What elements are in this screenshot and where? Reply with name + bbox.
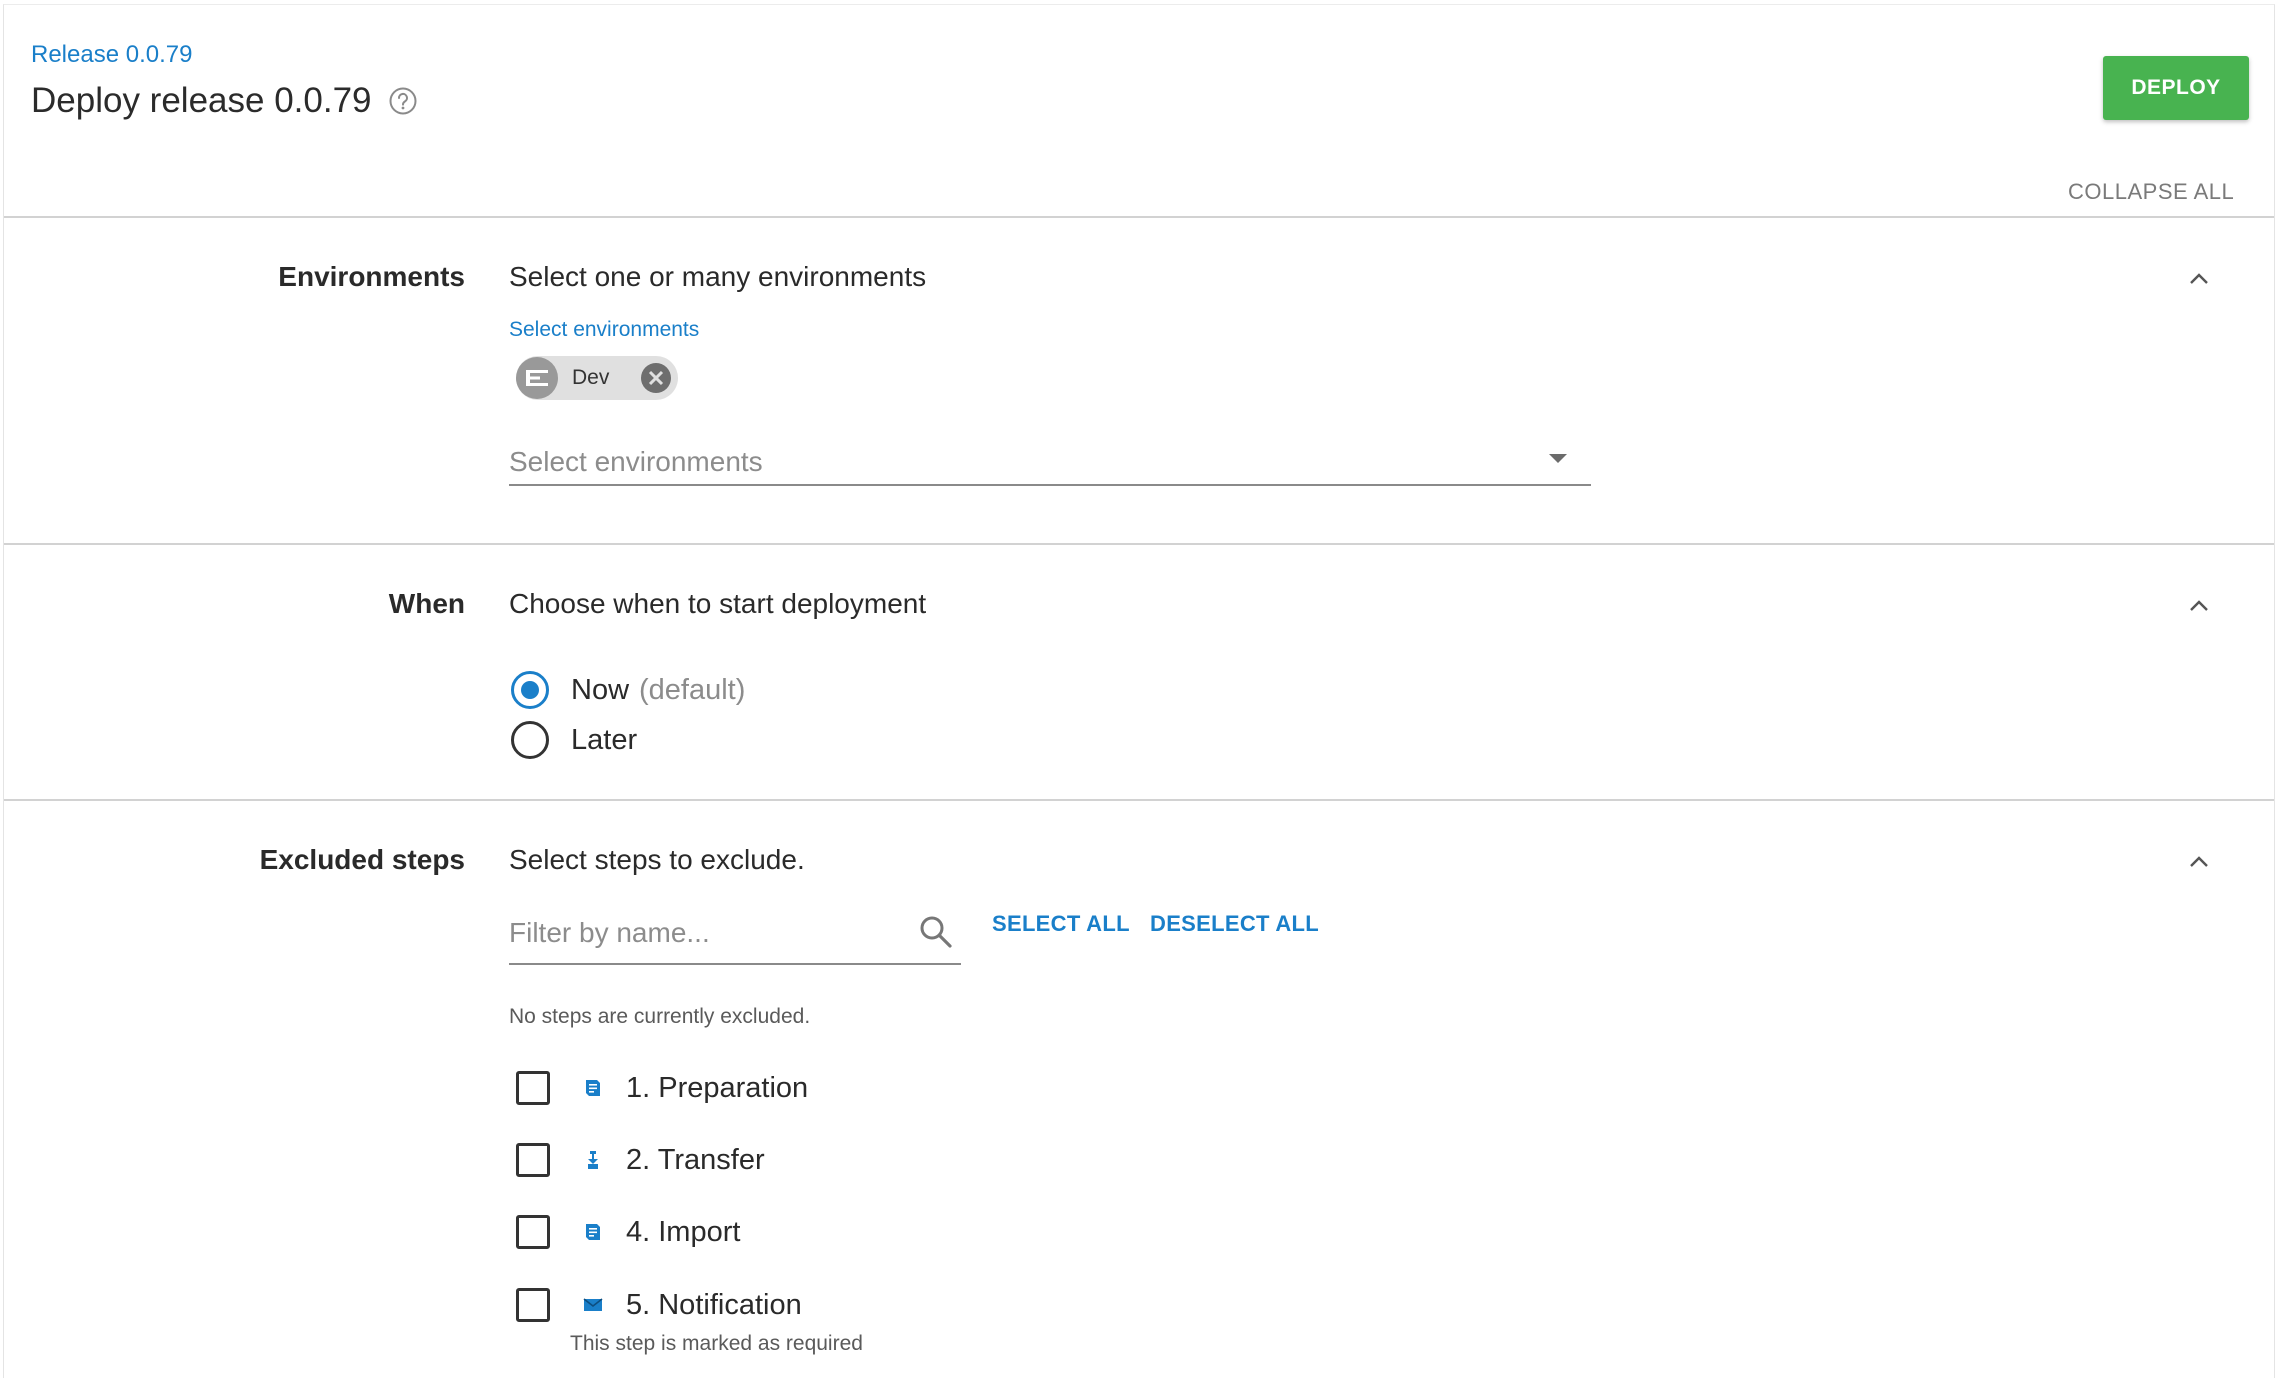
excluded-steps-section: Excluded steps Select steps to exclude. … [4,799,2274,1379]
step-row-preparation[interactable]: 1. Preparation [516,1071,808,1105]
step-label: 2. Transfer [626,1143,765,1176]
email-step-icon [580,1292,606,1318]
chevron-up-icon[interactable] [2184,264,2214,294]
breadcrumb-release-link[interactable]: Release 0.0.79 [31,41,192,69]
excluded-steps-status: No steps are currently excluded. [509,1005,811,1028]
search-icon[interactable] [917,913,955,951]
step-row-import[interactable]: 4. Import [516,1215,740,1249]
filter-steps-field [509,901,961,965]
environments-select[interactable]: Select environments [509,428,1591,486]
environments-section-label: Environments [278,261,465,292]
radio-now-hint: (default) [639,673,746,706]
when-section-label: When [388,588,465,619]
excluded-steps-section-description: Select steps to exclude. [509,844,805,875]
dropdown-arrow-icon [1549,454,1567,463]
when-section: When Choose when to start deployment Now… [4,543,2274,799]
environment-chip-label: Dev [572,366,610,389]
filter-steps-input[interactable] [509,917,909,949]
script-step-icon [580,1075,606,1101]
script-step-icon [580,1219,606,1245]
radio-button-later[interactable] [511,721,549,759]
radio-later[interactable]: Later [511,721,637,759]
step-label: 4. Import [626,1215,741,1248]
environments-section: Environments Select one or many environm… [4,216,2274,543]
page-title: Deploy release 0.0.79 [31,81,418,121]
step-label: 1. Preparation [626,1071,809,1104]
radio-now[interactable]: Now (default) [511,671,745,709]
step-checkbox[interactable] [516,1143,550,1177]
transfer-step-icon [580,1147,606,1173]
excluded-steps-section-label: Excluded steps [259,844,465,875]
environments-section-description: Select one or many environments [509,261,927,292]
step-row-notification[interactable]: 5. Notification [516,1288,802,1322]
chevron-up-icon[interactable] [2184,591,2214,621]
radio-later-label: Later [571,723,638,756]
chevron-up-icon[interactable] [2184,847,2214,877]
collapse-all-button[interactable]: COLLAPSE ALL [2068,179,2234,205]
environment-chip-dev: Dev [516,356,678,400]
deselect-all-button[interactable]: DESELECT ALL [1150,911,1319,937]
required-step-note: This step is marked as required [570,1332,863,1355]
deploy-release-card: Release 0.0.79 Deploy release 0.0.79 DEP… [3,4,2275,1378]
remove-chip-icon[interactable] [639,361,673,395]
select-all-button[interactable]: SELECT ALL [992,911,1130,937]
step-checkbox[interactable] [516,1071,550,1105]
step-row-transfer[interactable]: 2. Transfer [516,1143,765,1177]
deploy-button[interactable]: DEPLOY [2103,56,2249,120]
step-checkbox[interactable] [516,1215,550,1249]
when-section-description: Choose when to start deployment [509,588,927,619]
environment-icon [516,357,558,399]
radio-now-label: Now [571,673,630,706]
step-checkbox[interactable] [516,1288,550,1322]
step-label: 5. Notification [626,1288,802,1321]
select-environments-label: Select environments [509,318,700,341]
radio-button-now[interactable] [511,671,549,709]
environments-select-placeholder: Select environments [509,446,763,477]
page-title-text: Deploy release 0.0.79 [31,81,372,120]
help-circle-icon[interactable] [388,86,418,116]
